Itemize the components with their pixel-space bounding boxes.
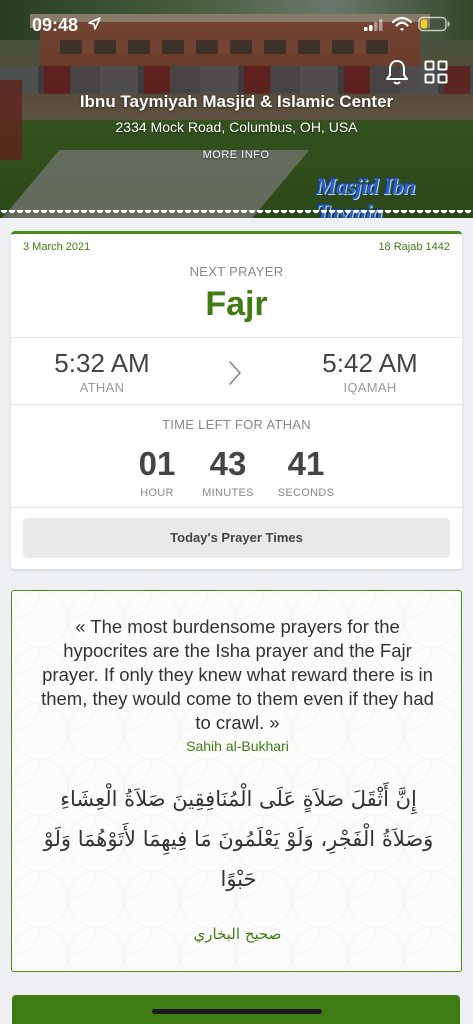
home-indicator[interactable] xyxy=(152,1009,322,1014)
signal-icon xyxy=(364,19,383,31)
next-prayer-label: NEXT PRAYER xyxy=(189,264,284,279)
battery-icon xyxy=(418,16,450,32)
countdown-seconds-label: SECONDS xyxy=(277,487,335,499)
athan-time: 5:32 AM xyxy=(54,348,150,378)
divider xyxy=(11,507,462,508)
todays-prayer-times-button[interactable]: Today's Prayer Times xyxy=(23,518,450,558)
hadith-card: « The most burdensome prayers for the hy… xyxy=(11,590,462,972)
hadith-arabic-text: إِنَّ أَثْقَلَ صَلاَةٍ عَلَى الْمُنَافِق… xyxy=(43,787,434,891)
masjid-name: Ibnu Taymiyah Masjid & Islamic Center xyxy=(79,92,394,111)
divider xyxy=(11,404,462,405)
more-info-link[interactable]: MORE INFO xyxy=(186,149,286,161)
hadith-arabic-source: صحيح البخاري xyxy=(193,925,282,943)
time-left-label: TIME LEFT FOR ATHAN xyxy=(162,417,311,432)
countdown-minutes-label: MINUTES xyxy=(202,487,254,499)
chevron-right-icon[interactable] xyxy=(228,360,242,386)
location-arrow-icon xyxy=(88,17,101,30)
countdown-hour: 01 xyxy=(138,445,176,482)
divider xyxy=(11,337,462,338)
status-time: 09:48 xyxy=(32,15,79,35)
iqamah-label: IQAMAH xyxy=(343,380,397,395)
hadith-source: Sahih al-Bukhari xyxy=(186,738,289,754)
countdown-minutes: 43 xyxy=(209,445,247,482)
hijri-date: 18 Rajab 1442 xyxy=(378,241,450,253)
countdown-seconds: 41 xyxy=(287,445,325,482)
iqamah-time: 5:42 AM xyxy=(322,348,418,378)
wifi-icon xyxy=(392,16,412,31)
masjid-address: 2334 Mock Road, Columbus, OH, USA xyxy=(115,119,358,135)
scalloped-edge xyxy=(0,210,473,218)
next-prayer-name: Fajr xyxy=(205,285,268,323)
gregorian-date: 3 March 2021 xyxy=(23,241,91,253)
athan-label: ATHAN xyxy=(79,380,125,395)
countdown-hour-label: HOUR xyxy=(140,487,174,499)
hadith-text: « The most burdensome prayers for the hy… xyxy=(41,616,434,733)
next-prayer-card: 3 March 2021 18 Rajab 1442 NEXT PRAYER F… xyxy=(11,231,462,569)
grid-icon[interactable] xyxy=(424,60,448,84)
status-bar: 09:48 xyxy=(0,0,473,52)
bell-icon[interactable] xyxy=(384,58,410,86)
